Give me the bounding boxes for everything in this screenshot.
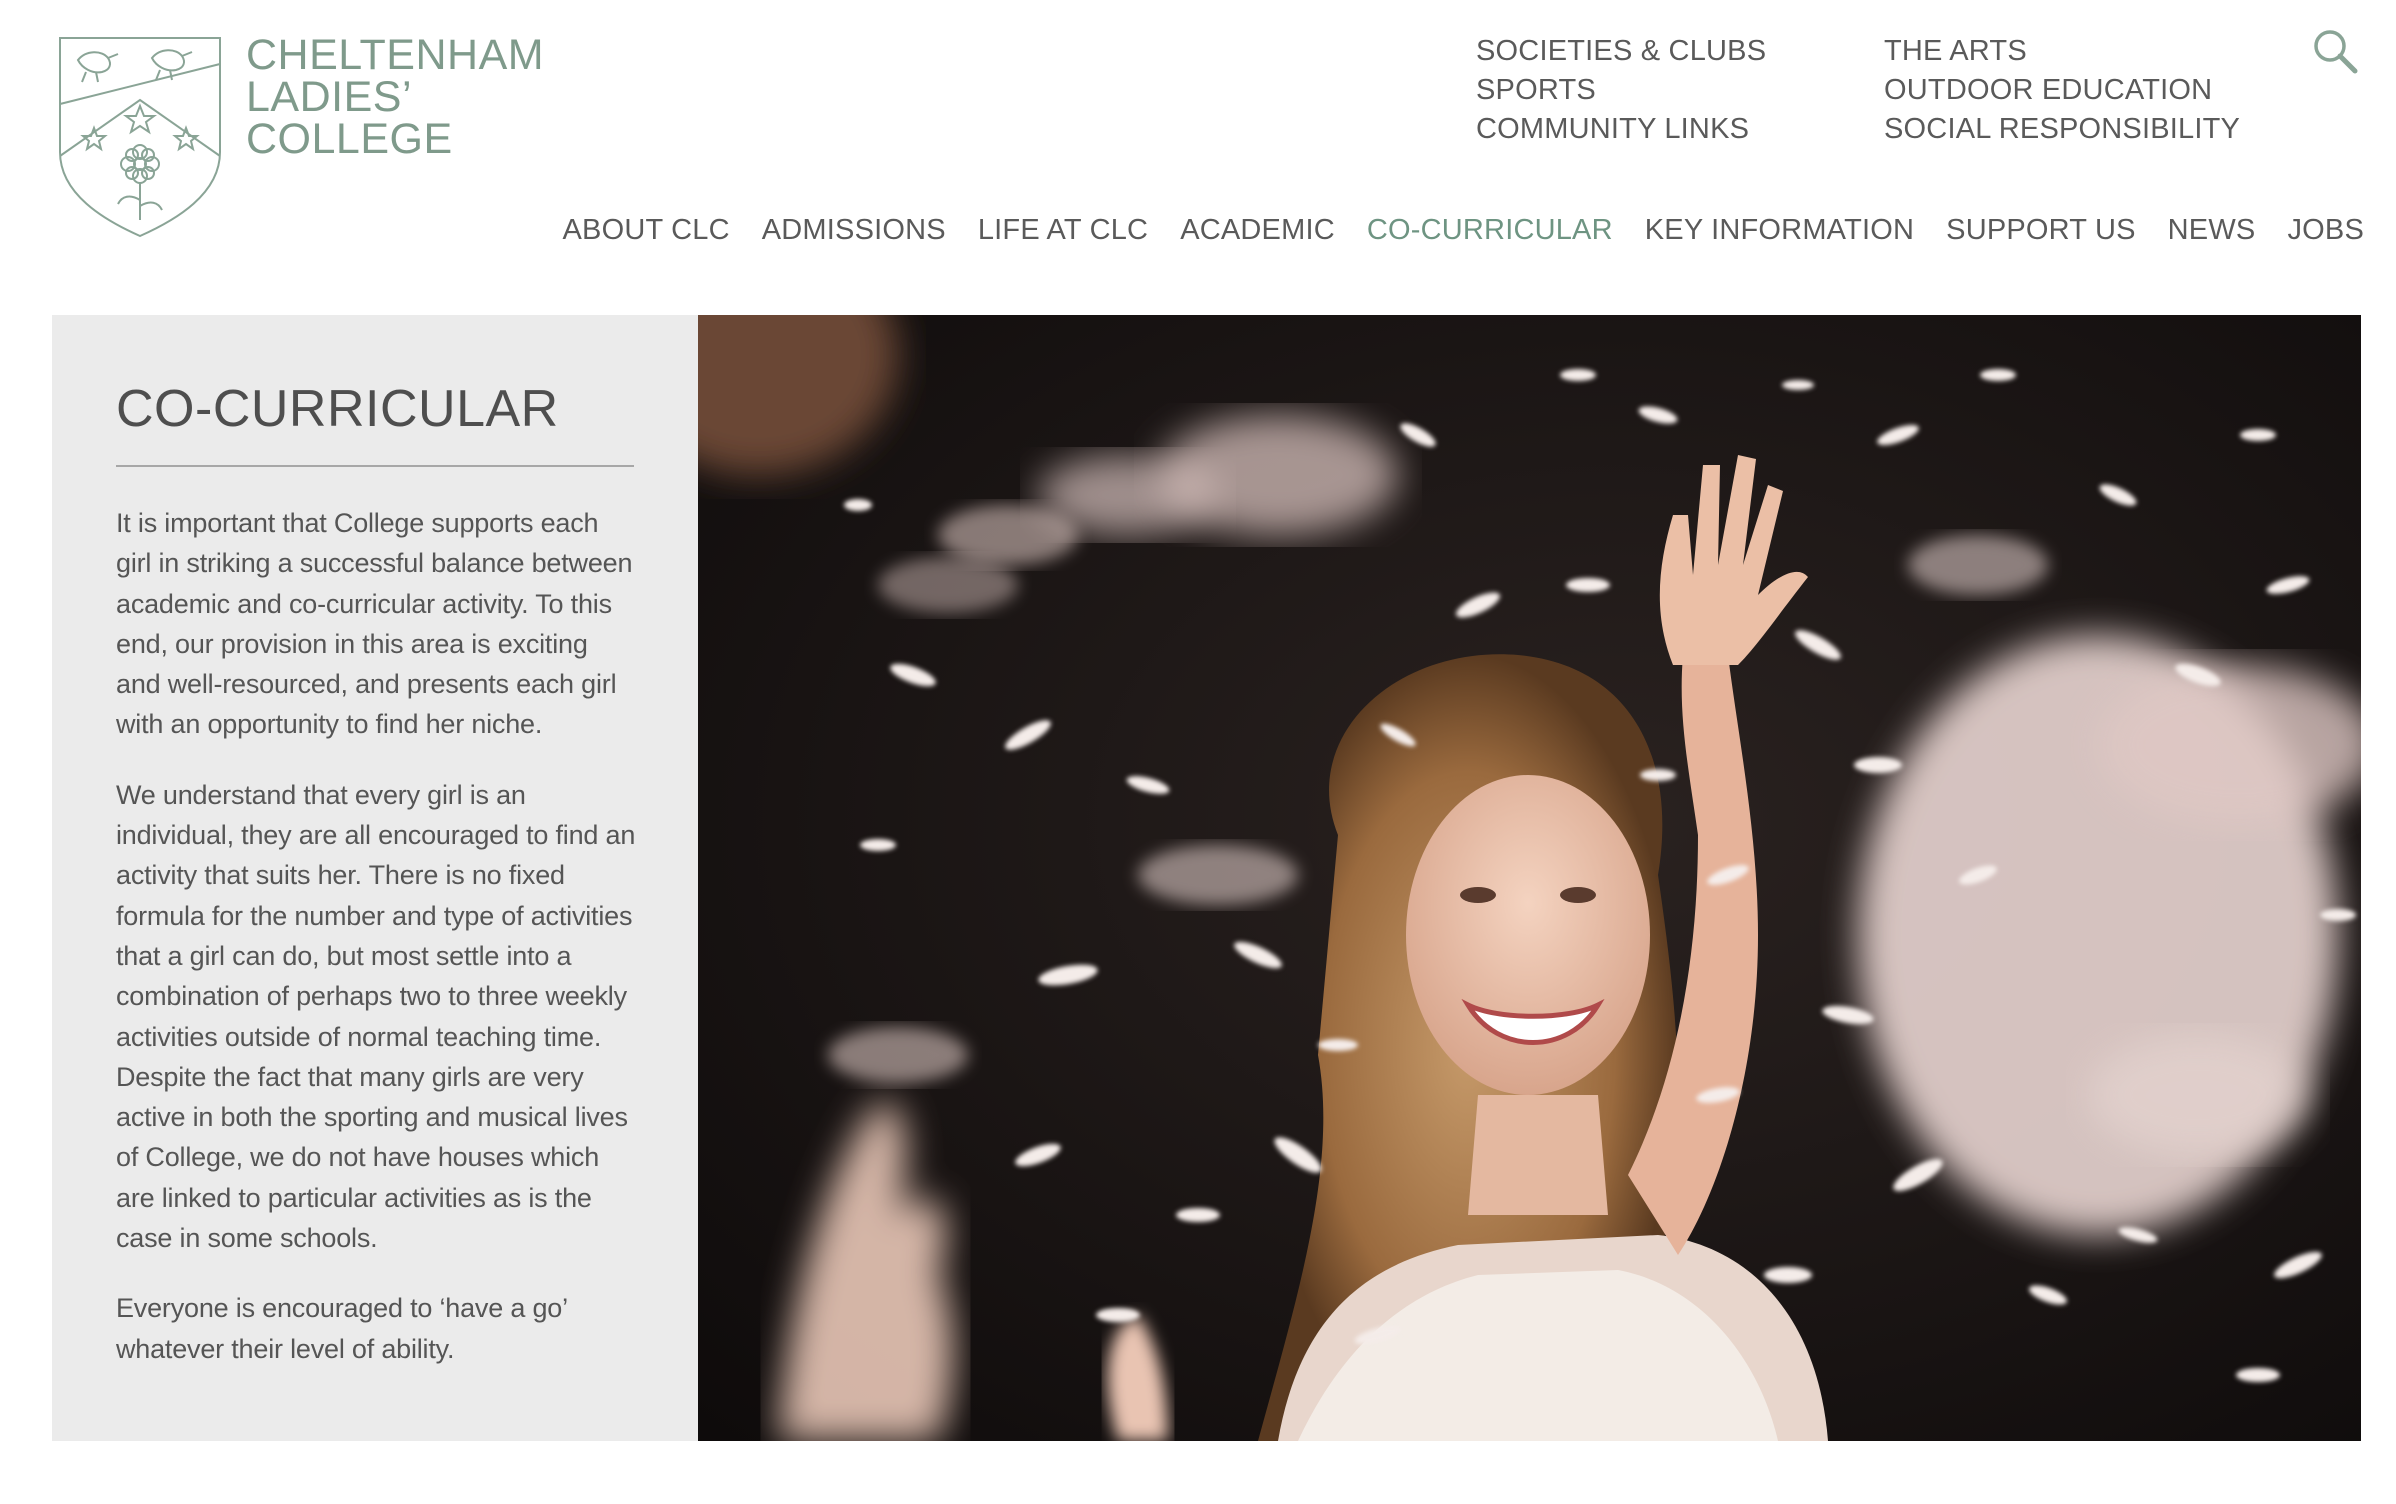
- page: CHELTENHAM LADIES’ COLLEGE SOCIETIES & C…: [0, 0, 2396, 1504]
- logo-line-3: COLLEGE: [246, 115, 453, 163]
- nav-key-information[interactable]: KEY INFORMATION: [1629, 210, 1930, 250]
- nav-admissions[interactable]: ADMISSIONS: [746, 210, 962, 250]
- nav-jobs[interactable]: JOBS: [2271, 210, 2364, 250]
- college-logo[interactable]: CHELTENHAM LADIES’ COLLEGE: [56, 34, 544, 240]
- intro-paragraph-2: We understand that every girl is an indi…: [116, 779, 636, 1254]
- logo-line-2: LADIES’: [246, 73, 413, 121]
- subnav-column-1: SOCIETIES & CLUBS SPORTS COMMUNITY LINKS: [1476, 32, 1884, 149]
- subnav-link-outdoor-education[interactable]: OUTDOOR EDUCATION: [1884, 71, 2240, 110]
- girl-with-feathers-photo: [698, 315, 2361, 1441]
- subnav-link-sports[interactable]: SPORTS: [1476, 71, 1884, 110]
- subnav-column-2: THE ARTS OUTDOOR EDUCATION SOCIAL RESPON…: [1884, 32, 2240, 149]
- intro-paragraph-1: It is important that College supports ea…: [116, 508, 633, 740]
- co-curricular-subnav: SOCIETIES & CLUBS SPORTS COMMUNITY LINKS…: [1476, 32, 2240, 149]
- school-crest-icon: [59, 37, 221, 238]
- subnav-link-social-responsibility[interactable]: SOCIAL RESPONSIBILITY: [1884, 110, 2240, 149]
- nav-news[interactable]: NEWS: [2152, 210, 2272, 250]
- search-button[interactable]: [2312, 28, 2358, 74]
- page-title: CO-CURRICULAR: [116, 380, 559, 438]
- nav-academic[interactable]: ACADEMIC: [1164, 210, 1351, 250]
- intro-panel: CO-CURRICULAR It is important that Colle…: [52, 315, 698, 1441]
- hero-image: [698, 315, 2361, 1441]
- subnav-link-community-links[interactable]: COMMUNITY LINKS: [1476, 110, 1884, 149]
- title-divider: [116, 465, 634, 467]
- logo-line-1: CHELTENHAM: [246, 31, 545, 79]
- nav-about-clc[interactable]: ABOUT CLC: [546, 210, 745, 250]
- intro-paragraph-3: Everyone is encouraged to ‘have a go’ wh…: [116, 1293, 567, 1364]
- main-nav: ABOUT CLC ADMISSIONS LIFE AT CLC ACADEMI…: [546, 210, 2364, 250]
- search-icon: [2314, 30, 2358, 74]
- logo-wordmark: CHELTENHAM LADIES’ COLLEGE: [246, 31, 545, 163]
- nav-co-curricular[interactable]: CO-CURRICULAR: [1351, 210, 1629, 250]
- subnav-link-societies-clubs[interactable]: SOCIETIES & CLUBS: [1476, 32, 1884, 71]
- nav-life-at-clc[interactable]: LIFE AT CLC: [962, 210, 1164, 250]
- subnav-link-the-arts[interactable]: THE ARTS: [1884, 32, 2240, 71]
- nav-support-us[interactable]: SUPPORT US: [1930, 210, 2151, 250]
